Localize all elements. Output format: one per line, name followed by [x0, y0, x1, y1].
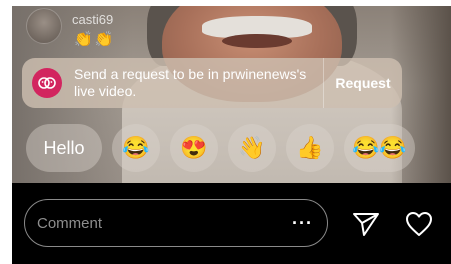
wave-emoji-icon: 👋	[238, 135, 266, 160]
reaction-laugh-button[interactable]: 😂	[112, 124, 160, 172]
thumbs-up-emoji-icon: 👍	[296, 135, 324, 160]
comment-placeholder: Comment	[37, 214, 103, 232]
request-button[interactable]: Request	[324, 58, 402, 108]
comment-text: 👏👏	[74, 31, 116, 48]
request-message: Send a request to be in prwinenews's liv…	[74, 66, 307, 99]
heart-icon[interactable]	[405, 211, 433, 242]
more-options-icon[interactable]: ···	[292, 213, 313, 234]
reaction-thumbs-up-button[interactable]: 👍	[286, 124, 334, 172]
comment-bar: Comment ···	[12, 183, 451, 264]
live-video-feed: casti69 👏👏 Send a request to be in prwin…	[12, 6, 451, 183]
heart-eyes-emoji-icon: 😍	[180, 135, 208, 160]
reaction-laugh-double-button[interactable]: 😂😂	[344, 124, 415, 172]
comment-input[interactable]: Comment ···	[24, 199, 328, 247]
comment-username[interactable]: casti69	[72, 12, 113, 27]
reaction-hello-button[interactable]: Hello	[26, 124, 102, 172]
live-video-screen: casti69 👏👏 Send a request to be in prwin…	[12, 6, 451, 264]
reaction-heart-eyes-button[interactable]: 😍	[170, 124, 218, 172]
quick-reactions: Hello 😂 😍 👋 👍 😂😂	[26, 124, 415, 172]
request-banner: Send a request to be in prwinenews's liv…	[22, 58, 402, 108]
avatar[interactable]	[26, 8, 62, 44]
reaction-wave-button[interactable]: 👋	[228, 124, 276, 172]
laugh-emoji-icon: 😂	[122, 135, 150, 160]
send-icon[interactable]	[352, 211, 380, 242]
laugh-emoji-icon: 😂😂	[352, 135, 407, 160]
face-request-icon	[32, 68, 62, 98]
